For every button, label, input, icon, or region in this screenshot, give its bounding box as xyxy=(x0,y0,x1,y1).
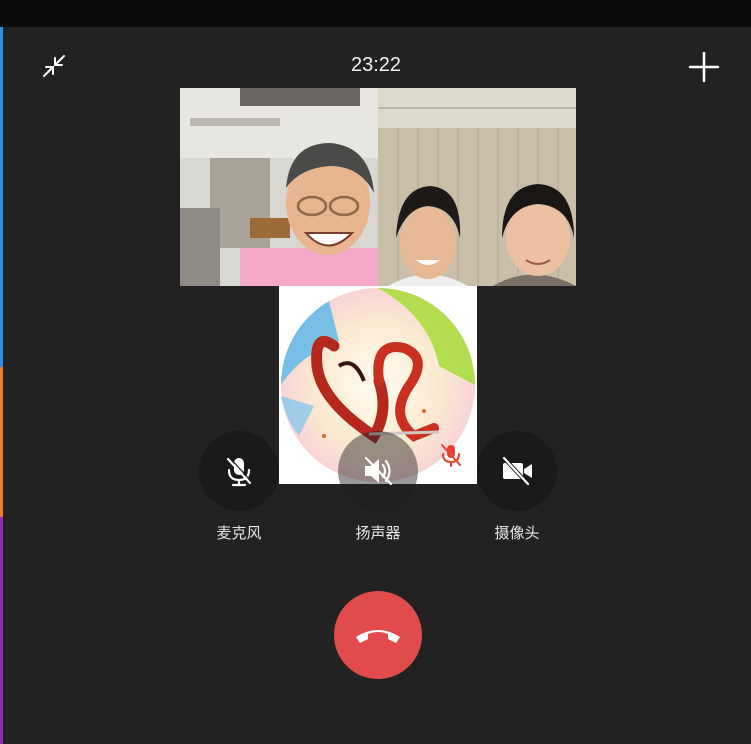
camera-off-icon xyxy=(502,456,532,486)
plus-icon xyxy=(688,51,720,83)
minimize-call-button[interactable] xyxy=(40,52,68,80)
participant-video-2[interactable] xyxy=(378,88,576,286)
participant-video-1[interactable] xyxy=(180,88,378,286)
mic-off-icon xyxy=(226,457,253,487)
mic-muted-icon xyxy=(441,444,461,467)
participant-muted-badge xyxy=(437,441,465,469)
microphone-label: 麦克风 xyxy=(216,525,262,542)
camera-toggle-button[interactable] xyxy=(477,431,557,511)
camera-label: 摄像头 xyxy=(494,525,540,542)
speaker-off-icon xyxy=(364,456,393,486)
participant-video-frame xyxy=(180,88,378,286)
edge-accent-purple xyxy=(0,517,3,744)
hang-up-button[interactable] xyxy=(334,591,422,679)
add-participant-button[interactable] xyxy=(686,49,722,85)
edge-accent-orange xyxy=(0,367,3,517)
microphone-toggle-button[interactable] xyxy=(199,431,279,511)
participant-video-frame xyxy=(378,88,576,286)
call-time: 23:22 xyxy=(350,54,402,76)
hang-up-phone-icon xyxy=(356,630,400,643)
speaker-label: 扬声器 xyxy=(355,525,401,542)
speaker-toggle-button[interactable] xyxy=(338,431,418,511)
top-strip xyxy=(0,0,751,27)
edge-accent-blue xyxy=(0,27,3,367)
shrink-arrows-icon xyxy=(43,55,65,77)
